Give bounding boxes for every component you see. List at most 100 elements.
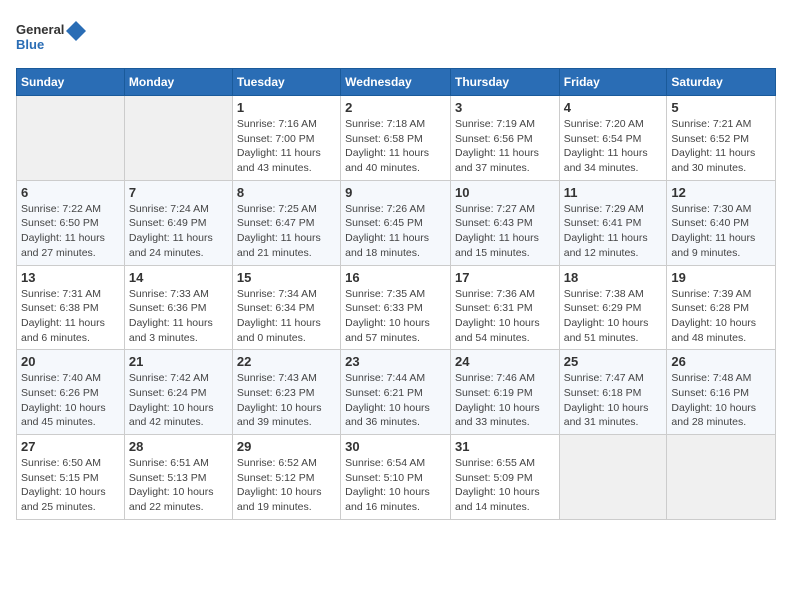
calendar-table: SundayMondayTuesdayWednesdayThursdayFrid… <box>16 68 776 520</box>
calendar-cell: 6 Sunrise: 7:22 AMSunset: 6:50 PMDaylight… <box>17 180 125 265</box>
day-number: 1 <box>237 100 336 115</box>
day-number: 13 <box>21 270 120 285</box>
day-detail: Sunrise: 7:25 AMSunset: 6:47 PMDaylight:… <box>237 202 336 261</box>
day-number: 11 <box>564 185 663 200</box>
day-detail: Sunrise: 7:33 AMSunset: 6:36 PMDaylight:… <box>129 287 228 346</box>
calendar-cell: 23 Sunrise: 7:44 AMSunset: 6:21 PMDayligh… <box>341 350 451 435</box>
calendar-cell: 7 Sunrise: 7:24 AMSunset: 6:49 PMDaylight… <box>124 180 232 265</box>
day-number: 27 <box>21 439 120 454</box>
day-number: 28 <box>129 439 228 454</box>
day-number: 30 <box>345 439 446 454</box>
day-detail: Sunrise: 7:43 AMSunset: 6:23 PMDaylight:… <box>237 371 336 430</box>
calendar-cell: 12Sunrise: 7:30 AMSunset: 6:40 PMDayligh… <box>667 180 776 265</box>
calendar-week-3: 13Sunrise: 7:31 AMSunset: 6:38 PMDayligh… <box>17 265 776 350</box>
weekday-header-sunday: Sunday <box>17 69 125 96</box>
calendar-cell: 8 Sunrise: 7:25 AMSunset: 6:47 PMDaylight… <box>232 180 340 265</box>
day-number: 18 <box>564 270 663 285</box>
day-detail: Sunrise: 7:16 AMSunset: 7:00 PMDaylight:… <box>237 117 336 176</box>
calendar-cell: 10 Sunrise: 7:27 AMSunset: 6:43 PMDayligh… <box>450 180 559 265</box>
calendar-cell <box>124 96 232 181</box>
day-detail: Sunrise: 6:54 AMSunset: 5:10 PMDaylight:… <box>345 456 446 515</box>
weekday-header-monday: Monday <box>124 69 232 96</box>
page-header: General Blue <box>16 16 776 56</box>
svg-text:Blue: Blue <box>16 37 44 52</box>
day-number: 7 <box>129 185 228 200</box>
day-detail: Sunrise: 6:55 AMSunset: 5:09 PMDaylight:… <box>455 456 555 515</box>
day-number: 24 <box>455 354 555 369</box>
day-number: 22 <box>237 354 336 369</box>
calendar-cell: 30 Sunrise: 6:54 AMSunset: 5:10 PMDayligh… <box>341 435 451 520</box>
calendar-cell: 19Sunrise: 7:39 AMSunset: 6:28 PMDayligh… <box>667 265 776 350</box>
calendar-cell: 27 Sunrise: 6:50 AMSunset: 5:15 PMDayligh… <box>17 435 125 520</box>
calendar-cell: 22 Sunrise: 7:43 AMSunset: 6:23 PMDayligh… <box>232 350 340 435</box>
calendar-cell: 18 Sunrise: 7:38 AMSunset: 6:29 PMDayligh… <box>559 265 667 350</box>
day-number: 4 <box>564 100 663 115</box>
day-detail: Sunrise: 7:19 AMSunset: 6:56 PMDaylight:… <box>455 117 555 176</box>
day-number: 26 <box>671 354 771 369</box>
day-detail: Sunrise: 7:27 AMSunset: 6:43 PMDaylight:… <box>455 202 555 261</box>
calendar-cell: 5 Sunrise: 7:21 AMSunset: 6:52 PMDaylight… <box>667 96 776 181</box>
day-number: 6 <box>21 185 120 200</box>
weekday-header-friday: Friday <box>559 69 667 96</box>
calendar-cell: 17 Sunrise: 7:36 AMSunset: 6:31 PMDayligh… <box>450 265 559 350</box>
day-detail: Sunrise: 7:24 AMSunset: 6:49 PMDaylight:… <box>129 202 228 261</box>
calendar-cell: 1 Sunrise: 7:16 AMSunset: 7:00 PMDaylight… <box>232 96 340 181</box>
svg-text:General: General <box>16 22 64 37</box>
day-detail: Sunrise: 7:21 AMSunset: 6:52 PMDaylight:… <box>671 117 771 176</box>
day-detail: Sunrise: 7:26 AMSunset: 6:45 PMDaylight:… <box>345 202 446 261</box>
day-detail: Sunrise: 7:29 AMSunset: 6:41 PMDaylight:… <box>564 202 663 261</box>
day-number: 29 <box>237 439 336 454</box>
day-number: 23 <box>345 354 446 369</box>
calendar-week-5: 27 Sunrise: 6:50 AMSunset: 5:15 PMDayligh… <box>17 435 776 520</box>
day-number: 14 <box>129 270 228 285</box>
day-detail: Sunrise: 7:42 AMSunset: 6:24 PMDaylight:… <box>129 371 228 430</box>
calendar-cell: 26 Sunrise: 7:48 AMSunset: 6:16 PMDayligh… <box>667 350 776 435</box>
day-number: 2 <box>345 100 446 115</box>
day-detail: Sunrise: 7:48 AMSunset: 6:16 PMDaylight:… <box>671 371 771 430</box>
day-detail: Sunrise: 7:38 AMSunset: 6:29 PMDaylight:… <box>564 287 663 346</box>
weekday-header-row: SundayMondayTuesdayWednesdayThursdayFrid… <box>17 69 776 96</box>
day-number: 21 <box>129 354 228 369</box>
day-number: 5 <box>671 100 771 115</box>
day-number: 16 <box>345 270 446 285</box>
day-number: 19 <box>671 270 771 285</box>
weekday-header-tuesday: Tuesday <box>232 69 340 96</box>
day-number: 17 <box>455 270 555 285</box>
calendar-cell: 20 Sunrise: 7:40 AMSunset: 6:26 PMDayligh… <box>17 350 125 435</box>
calendar-week-2: 6 Sunrise: 7:22 AMSunset: 6:50 PMDaylight… <box>17 180 776 265</box>
calendar-cell: 11 Sunrise: 7:29 AMSunset: 6:41 PMDayligh… <box>559 180 667 265</box>
logo: General Blue <box>16 16 86 56</box>
calendar-cell: 15Sunrise: 7:34 AMSunset: 6:34 PMDayligh… <box>232 265 340 350</box>
logo-svg: General Blue <box>16 16 86 56</box>
day-number: 31 <box>455 439 555 454</box>
day-detail: Sunrise: 6:50 AMSunset: 5:15 PMDaylight:… <box>21 456 120 515</box>
calendar-cell: 13Sunrise: 7:31 AMSunset: 6:38 PMDayligh… <box>17 265 125 350</box>
calendar-cell <box>667 435 776 520</box>
day-number: 3 <box>455 100 555 115</box>
day-detail: Sunrise: 6:52 AMSunset: 5:12 PMDaylight:… <box>237 456 336 515</box>
calendar-cell: 28 Sunrise: 6:51 AMSunset: 5:13 PMDayligh… <box>124 435 232 520</box>
calendar-cell: 2Sunrise: 7:18 AMSunset: 6:58 PMDaylight… <box>341 96 451 181</box>
calendar-cell: 4Sunrise: 7:20 AMSunset: 6:54 PMDaylight… <box>559 96 667 181</box>
day-detail: Sunrise: 7:40 AMSunset: 6:26 PMDaylight:… <box>21 371 120 430</box>
day-detail: Sunrise: 7:30 AMSunset: 6:40 PMDaylight:… <box>671 202 771 261</box>
calendar-cell: 24 Sunrise: 7:46 AMSunset: 6:19 PMDayligh… <box>450 350 559 435</box>
calendar-cell: 25Sunrise: 7:47 AMSunset: 6:18 PMDayligh… <box>559 350 667 435</box>
day-detail: Sunrise: 7:36 AMSunset: 6:31 PMDaylight:… <box>455 287 555 346</box>
day-detail: Sunrise: 7:46 AMSunset: 6:19 PMDaylight:… <box>455 371 555 430</box>
day-number: 25 <box>564 354 663 369</box>
day-detail: Sunrise: 7:35 AMSunset: 6:33 PMDaylight:… <box>345 287 446 346</box>
calendar-week-4: 20 Sunrise: 7:40 AMSunset: 6:26 PMDayligh… <box>17 350 776 435</box>
calendar-week-1: 1 Sunrise: 7:16 AMSunset: 7:00 PMDaylight… <box>17 96 776 181</box>
day-number: 8 <box>237 185 336 200</box>
day-detail: Sunrise: 7:44 AMSunset: 6:21 PMDaylight:… <box>345 371 446 430</box>
weekday-header-thursday: Thursday <box>450 69 559 96</box>
day-detail: Sunrise: 7:34 AMSunset: 6:34 PMDaylight:… <box>237 287 336 346</box>
day-number: 20 <box>21 354 120 369</box>
day-detail: Sunrise: 7:22 AMSunset: 6:50 PMDaylight:… <box>21 202 120 261</box>
day-number: 9 <box>345 185 446 200</box>
day-number: 10 <box>455 185 555 200</box>
calendar-cell: 9 Sunrise: 7:26 AMSunset: 6:45 PMDaylight… <box>341 180 451 265</box>
calendar-cell <box>559 435 667 520</box>
day-detail: Sunrise: 6:51 AMSunset: 5:13 PMDaylight:… <box>129 456 228 515</box>
